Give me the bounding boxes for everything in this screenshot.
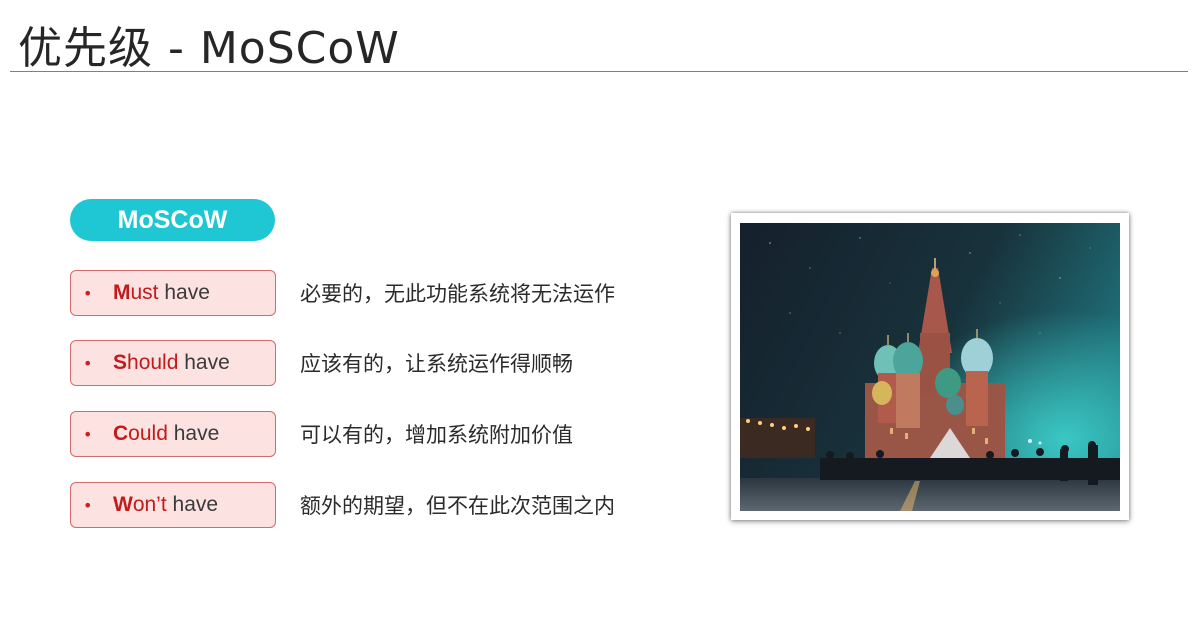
- must-have-description: 必要的，无此功能系统将无法运作: [300, 282, 615, 306]
- title-divider: [10, 71, 1188, 72]
- should-have-description: 应该有的，让系统运作得顺畅: [300, 352, 573, 376]
- bullet-icon: •: [83, 283, 93, 303]
- bullet-icon: •: [83, 353, 93, 373]
- must-have-box: • Must have: [70, 270, 276, 316]
- wont-have-description: 额外的期望，但不在此次范围之内: [300, 494, 615, 518]
- could-have-label: Could have: [113, 422, 220, 445]
- page-title: 优先级 - MoSCoW: [18, 23, 400, 74]
- wont-have-box: • Won’t have: [70, 482, 276, 528]
- moscow-pill: MoSCoW: [70, 199, 275, 241]
- bullet-icon: •: [83, 424, 93, 444]
- wont-have-label: Won’t have: [113, 493, 219, 516]
- photo-frame: [731, 213, 1129, 520]
- could-have-box: • Could have: [70, 411, 276, 457]
- bullet-icon: •: [83, 495, 93, 515]
- could-have-description: 可以有的，增加系统附加价值: [300, 423, 573, 447]
- should-have-label: Should have: [113, 351, 230, 374]
- must-have-label: Must have: [113, 281, 210, 304]
- should-have-box: • Should have: [70, 340, 276, 386]
- cathedral-photo: [740, 223, 1120, 511]
